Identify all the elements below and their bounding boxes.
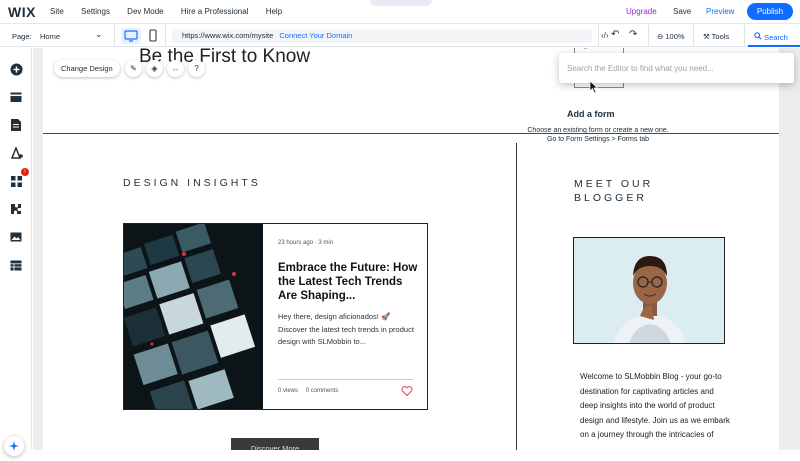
change-design-button[interactable]: Change Design (54, 60, 120, 77)
plus-circle-icon (10, 63, 22, 75)
add-form-title[interactable]: Add a form (567, 109, 615, 119)
discover-more-button[interactable]: Discover More (231, 438, 319, 450)
editor-search-panel (559, 53, 794, 83)
apps-grid-icon (10, 175, 22, 187)
pen-icon: ✎ (130, 64, 137, 73)
menu-help[interactable]: Help (266, 7, 282, 16)
save-button[interactable]: Save (673, 7, 691, 16)
help-button[interactable]: ? (188, 60, 205, 77)
main-menu: Site Settings Dev Mode Hire a Profession… (50, 7, 297, 16)
pages-button[interactable] (9, 118, 23, 132)
add-elements-button[interactable] (9, 62, 23, 76)
edit-pen-button[interactable]: ✎ (125, 60, 142, 77)
tools-icon: ⚒ (703, 32, 712, 41)
notification-badge: ! (21, 168, 29, 176)
sections-button[interactable] (9, 90, 23, 104)
undo-icon[interactable]: ↶ (611, 29, 619, 40)
apps-button[interactable] (9, 174, 23, 188)
redo-icon[interactable]: ↷ (629, 29, 637, 40)
animation-button[interactable]: ◈ (146, 60, 163, 77)
mobile-icon (149, 29, 157, 42)
page-label: Page: (12, 32, 32, 41)
search-icon (754, 32, 762, 40)
sparkle-icon (9, 441, 19, 451)
post-excerpt: Hey there, design aficionados! 🚀 Discove… (278, 312, 414, 346)
top-handle[interactable] (370, 0, 432, 6)
meet-blogger-title[interactable]: MEET OUR BLOGGER (574, 177, 653, 205)
page-selector[interactable]: Home (40, 32, 60, 41)
post-image[interactable] (124, 224, 263, 409)
mobile-view-button[interactable] (147, 28, 159, 44)
desktop-icon (124, 30, 138, 42)
editor-toolbar: Page: Home ⌄ https://www.wix.com/mysite … (0, 25, 800, 47)
chevron-down-icon[interactable]: ⌄ (95, 29, 103, 40)
sections-icon (10, 92, 22, 102)
blogger-photo[interactable] (573, 237, 725, 344)
publish-button[interactable]: Publish (747, 3, 793, 20)
help-icon: ? (194, 64, 199, 73)
menu-site[interactable]: Site (50, 7, 64, 16)
add-form-description: Choose an existing form or create a new … (527, 127, 669, 143)
menu-hire-professional[interactable]: Hire a Professional (181, 7, 249, 16)
blogger-portrait (574, 238, 724, 343)
site-url-bar[interactable]: https://www.wix.com/mysite Connect Your … (172, 29, 592, 43)
stretch-icon: ↔ (171, 64, 180, 73)
design-button[interactable] (9, 146, 23, 160)
page-icon (11, 119, 21, 131)
post-title[interactable]: Embrace the Future: How the Latest Tech … (278, 261, 418, 303)
post-meta: 23 hours ago · 3 min (278, 240, 334, 246)
media-button[interactable] (9, 230, 23, 244)
blogger-bio: Welcome to SLMobbin Blog - your go-to de… (580, 372, 730, 439)
mouse-cursor-icon (589, 80, 599, 94)
column-divider (516, 143, 517, 450)
subscribe-heading[interactable]: Be the First to Know (139, 48, 310, 68)
menu-dev-mode[interactable]: Dev Mode (127, 7, 163, 16)
menu-settings[interactable]: Settings (81, 7, 110, 16)
stretch-button[interactable]: ↔ (167, 60, 184, 77)
editor-search-input[interactable] (567, 61, 785, 75)
desktop-view-button[interactable] (121, 28, 141, 44)
top-bar: WIX Site Settings Dev Mode Hire a Profes… (0, 0, 800, 24)
post-stats: 0 views 0 comments (278, 388, 344, 394)
upgrade-link[interactable]: Upgrade (626, 7, 657, 16)
animation-icon: ◈ (151, 64, 158, 73)
card-divider (278, 379, 413, 380)
preview-button[interactable]: Preview (706, 7, 734, 16)
search-tab[interactable]: Search (748, 26, 800, 47)
code-icon[interactable]: ‹/› (601, 31, 609, 40)
post-cover-image (124, 224, 263, 409)
comments-count[interactable]: 0 comments (306, 388, 339, 394)
design-insights-title[interactable]: DESIGN INSIGHTS (123, 177, 261, 189)
business-button[interactable] (9, 202, 23, 216)
table-icon (10, 260, 22, 270)
section-divider (43, 133, 779, 134)
tools-button[interactable]: ⚒ Tools (703, 32, 729, 41)
blog-post-card[interactable]: 23 hours ago · 3 min Embrace the Future:… (123, 223, 428, 410)
paint-icon (10, 147, 23, 159)
connect-domain-link[interactable]: Connect Your Domain (279, 31, 352, 40)
editor-canvas: Be the First to Know ‹/› Add a form Choo… (33, 48, 800, 450)
left-sidebar: ! (0, 48, 32, 450)
site-url: https://www.wix.com/mysite (182, 31, 274, 40)
image-icon (10, 232, 22, 242)
site-page: Be the First to Know ‹/› Add a form Choo… (43, 48, 779, 450)
heart-icon[interactable] (401, 385, 413, 397)
code-icon: ‹/› (583, 48, 589, 51)
zoom-control[interactable]: ⊖ 100% (657, 32, 685, 41)
views-count: 0 views (278, 388, 299, 394)
cms-button[interactable] (9, 258, 23, 272)
puzzle-icon (11, 204, 21, 214)
ai-assistant-button[interactable] (4, 436, 24, 456)
wix-logo[interactable]: WIX (8, 4, 36, 20)
